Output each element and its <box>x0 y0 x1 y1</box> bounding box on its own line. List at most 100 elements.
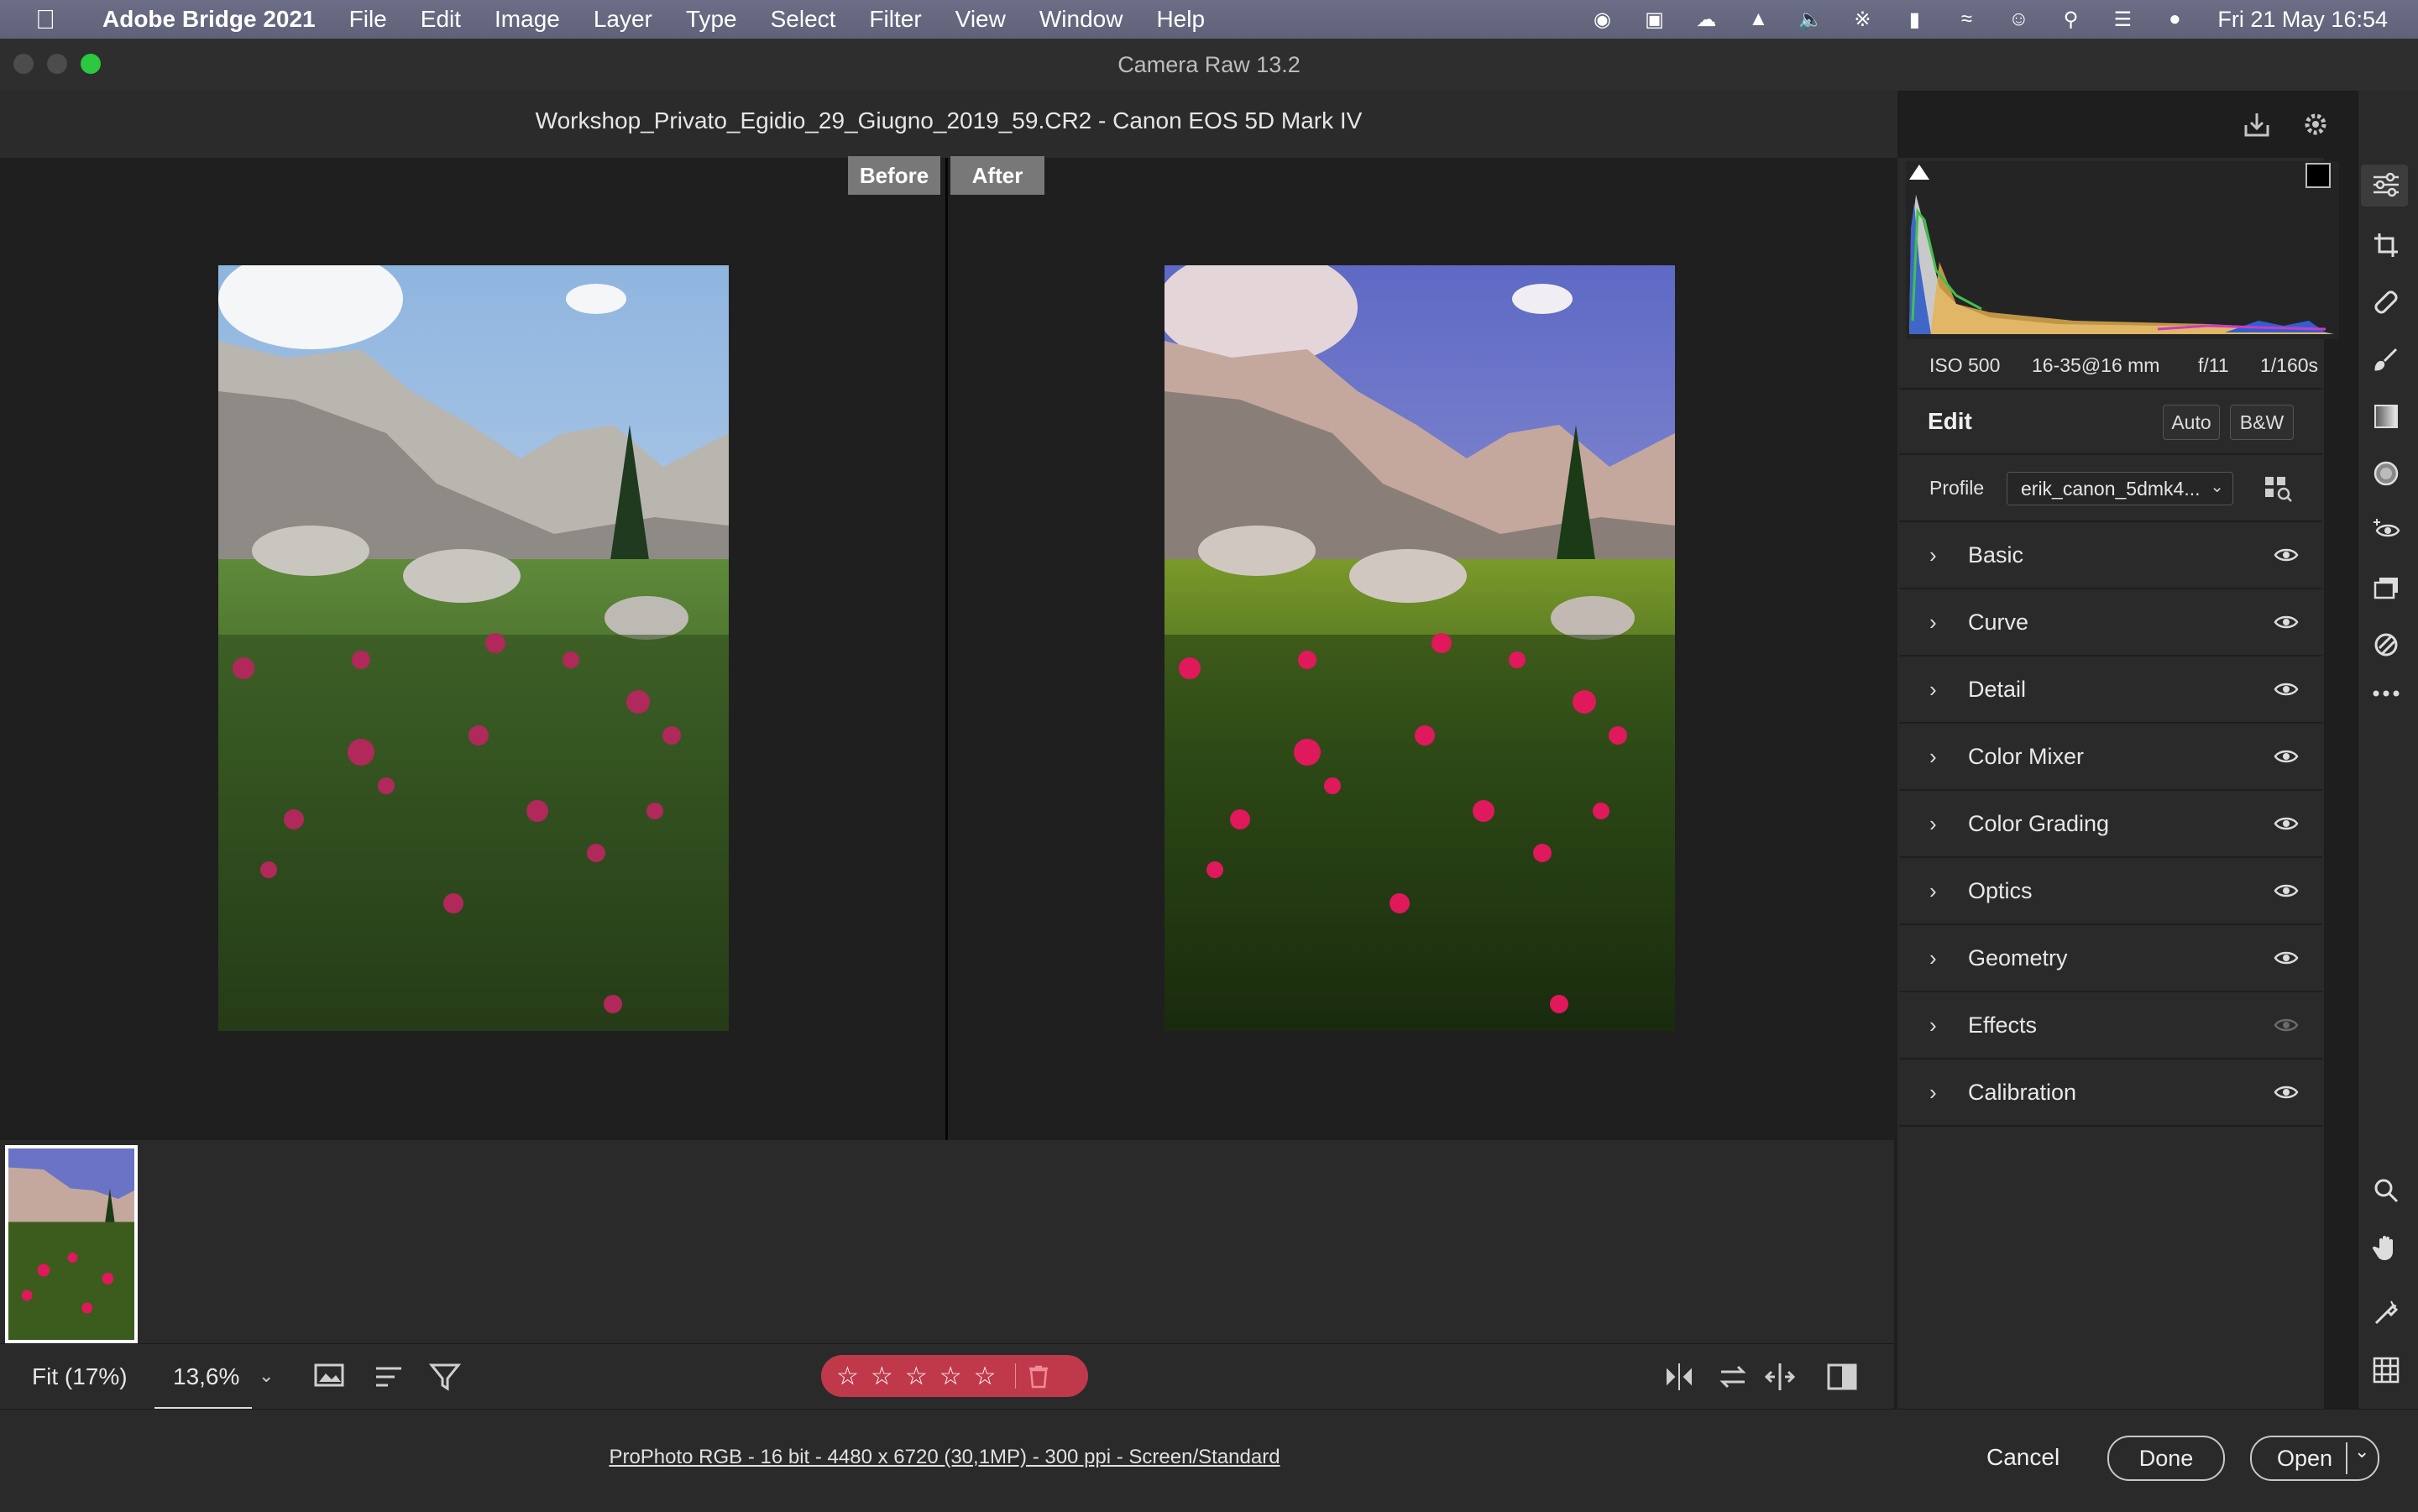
bluetooth-icon[interactable]: ※ <box>1848 8 1876 31</box>
menu-edit[interactable]: Edit <box>421 6 461 33</box>
grid-overlay-icon[interactable] <box>2368 1352 2405 1389</box>
red-eye-icon[interactable] <box>2368 512 2405 549</box>
menu-window[interactable]: Window <box>1039 6 1123 33</box>
display-icon[interactable]: ▣ <box>1640 8 1668 31</box>
menu-help[interactable]: Help <box>1156 6 1205 33</box>
edit-sliders-icon[interactable] <box>2368 166 2405 203</box>
workflow-options-link[interactable]: ProPhoto RGB - 16 bit - 4480 x 6720 (30,… <box>0 1446 1889 1469</box>
section-detail[interactable]: › Detail <box>1899 657 2322 724</box>
open-button[interactable]: Open ⌄ <box>2250 1436 2379 1481</box>
visibility-eye-icon[interactable] <box>2274 1016 2299 1034</box>
radial-filter-icon[interactable] <box>2368 455 2405 492</box>
crop-icon[interactable] <box>2368 227 2405 264</box>
copy-settings-icon[interactable] <box>1716 1360 1750 1394</box>
apple-icon[interactable]:  <box>35 4 55 35</box>
star-2-icon[interactable]: ☆ <box>871 1362 893 1391</box>
open-options-chevron-icon[interactable]: ⌄ <box>2354 1441 2369 1462</box>
section-effects[interactable]: › Effects <box>1899 992 2322 1059</box>
control-center-icon[interactable]: ☰ <box>2108 8 2137 31</box>
swap-before-after-icon[interactable] <box>1662 1360 1696 1394</box>
zoom-dropdown-chevron-icon[interactable]: ⌄ <box>259 1365 274 1387</box>
visibility-eye-icon[interactable] <box>2274 814 2299 833</box>
sort-icon[interactable] <box>373 1362 406 1392</box>
visibility-eye-icon[interactable] <box>2274 882 2299 900</box>
visibility-eye-icon[interactable] <box>2274 680 2299 698</box>
bw-button[interactable]: B&W <box>2230 405 2294 440</box>
user-icon[interactable]: ☺ <box>2004 8 2033 31</box>
wifi-icon[interactable]: ≈ <box>1952 8 1981 31</box>
visibility-eye-icon[interactable] <box>2274 546 2299 564</box>
healing-brush-icon[interactable] <box>2368 284 2405 321</box>
presets-icon[interactable] <box>2368 626 2405 663</box>
before-after-toggle-icon[interactable] <box>1825 1360 1859 1394</box>
section-basic[interactable]: › Basic <box>1899 522 2322 589</box>
hand-tool-icon[interactable] <box>2368 1229 2405 1266</box>
trash-icon[interactable] <box>1028 1363 1049 1389</box>
section-geometry[interactable]: › Geometry <box>1899 925 2322 992</box>
menubar-clock[interactable]: Fri 21 May 16:54 <box>2217 7 2388 33</box>
star-1-icon[interactable]: ☆ <box>836 1362 859 1391</box>
menu-type[interactable]: Type <box>686 6 737 33</box>
section-color-mixer[interactable]: › Color Mixer <box>1899 724 2322 791</box>
profile-value: erik_canon_5dmk4... <box>2021 478 2201 500</box>
section-calibration[interactable]: › Calibration <box>1899 1059 2322 1127</box>
profile-browser-icon[interactable] <box>2264 475 2294 502</box>
file-header: Workshop_Privato_Egidio_29_Giugno_2019_5… <box>0 91 1897 158</box>
zoom-level-field[interactable]: 13,6% <box>154 1345 252 1410</box>
graduated-filter-icon[interactable] <box>2368 398 2405 435</box>
screen-record-icon[interactable]: ◉ <box>1588 8 1616 31</box>
done-button[interactable]: Done <box>2107 1436 2225 1481</box>
backup-icon[interactable]: ▲ <box>1744 8 1772 31</box>
visibility-eye-icon[interactable] <box>2274 1083 2299 1101</box>
adjustment-brush-icon[interactable] <box>2368 341 2405 378</box>
menu-image[interactable]: Image <box>495 6 560 33</box>
visibility-eye-icon[interactable] <box>2274 747 2299 766</box>
file-title: Workshop_Privato_Egidio_29_Giugno_2019_5… <box>535 107 1363 133</box>
section-curve[interactable]: › Curve <box>1899 589 2322 657</box>
chevron-right-icon: › <box>1929 541 1937 568</box>
visibility-eye-icon[interactable] <box>2274 613 2299 631</box>
volume-icon[interactable]: 🔈 <box>1796 8 1824 31</box>
snapshots-icon[interactable] <box>2368 569 2405 606</box>
auto-button[interactable]: Auto <box>2163 405 2220 440</box>
open-button-divider <box>2346 1442 2347 1474</box>
after-image[interactable] <box>1165 265 1675 1031</box>
app-menu[interactable]: Adobe Bridge 2021 <box>102 6 316 33</box>
cancel-button[interactable]: Cancel <box>1986 1444 2059 1471</box>
creative-cloud-icon[interactable]: ☁ <box>1692 8 1720 31</box>
visibility-eye-icon[interactable] <box>2274 949 2299 967</box>
chevron-right-icon: › <box>1929 609 1937 635</box>
menu-filter[interactable]: Filter <box>869 6 921 33</box>
zoom-level-value: 13,6% <box>173 1363 240 1389</box>
more-options-icon[interactable] <box>2368 675 2405 712</box>
filter-icon[interactable] <box>428 1360 462 1394</box>
save-image-icon[interactable] <box>2237 104 2277 144</box>
menu-view[interactable]: View <box>955 6 1006 33</box>
menu-file[interactable]: File <box>349 6 387 33</box>
section-color-grading[interactable]: › Color Grading <box>1899 791 2322 858</box>
filmstrip-thumbnail[interactable] <box>5 1145 138 1343</box>
siri-icon[interactable]: ● <box>2160 8 2189 31</box>
menu-select[interactable]: Select <box>771 6 836 33</box>
profile-chevron-icon: ⌄ <box>2210 478 2224 496</box>
zoom-tool-icon[interactable] <box>2368 1172 2405 1209</box>
menu-layer[interactable]: Layer <box>594 6 652 33</box>
filmstrip-options-icon[interactable] <box>312 1362 351 1392</box>
histogram[interactable] <box>1906 161 2339 339</box>
section-label: Calibration <box>1968 1079 2077 1105</box>
settings-gear-icon[interactable] <box>2295 104 2336 144</box>
fit-zoom-button[interactable]: Fit (17%) <box>32 1363 128 1390</box>
spotlight-search-icon[interactable]: ⚲ <box>2056 8 2085 31</box>
star-3-icon[interactable]: ☆ <box>905 1362 928 1391</box>
shadow-clipping-warning-icon[interactable] <box>1909 165 1929 180</box>
before-image[interactable] <box>218 265 729 1031</box>
split-view-icon[interactable] <box>1763 1360 1797 1394</box>
shutter-value: 1/160s <box>2260 354 2319 376</box>
section-optics[interactable]: › Optics <box>1899 858 2322 925</box>
highlight-clipping-warning-icon[interactable] <box>2305 163 2331 188</box>
battery-icon[interactable]: ▮ <box>1900 8 1929 31</box>
star-5-icon[interactable]: ☆ <box>974 1362 997 1391</box>
star-4-icon[interactable]: ☆ <box>939 1362 962 1391</box>
white-balance-eyedropper-icon[interactable] <box>2368 1295 2405 1332</box>
profile-dropdown[interactable]: erik_canon_5dmk4... ⌄ <box>2007 472 2233 505</box>
